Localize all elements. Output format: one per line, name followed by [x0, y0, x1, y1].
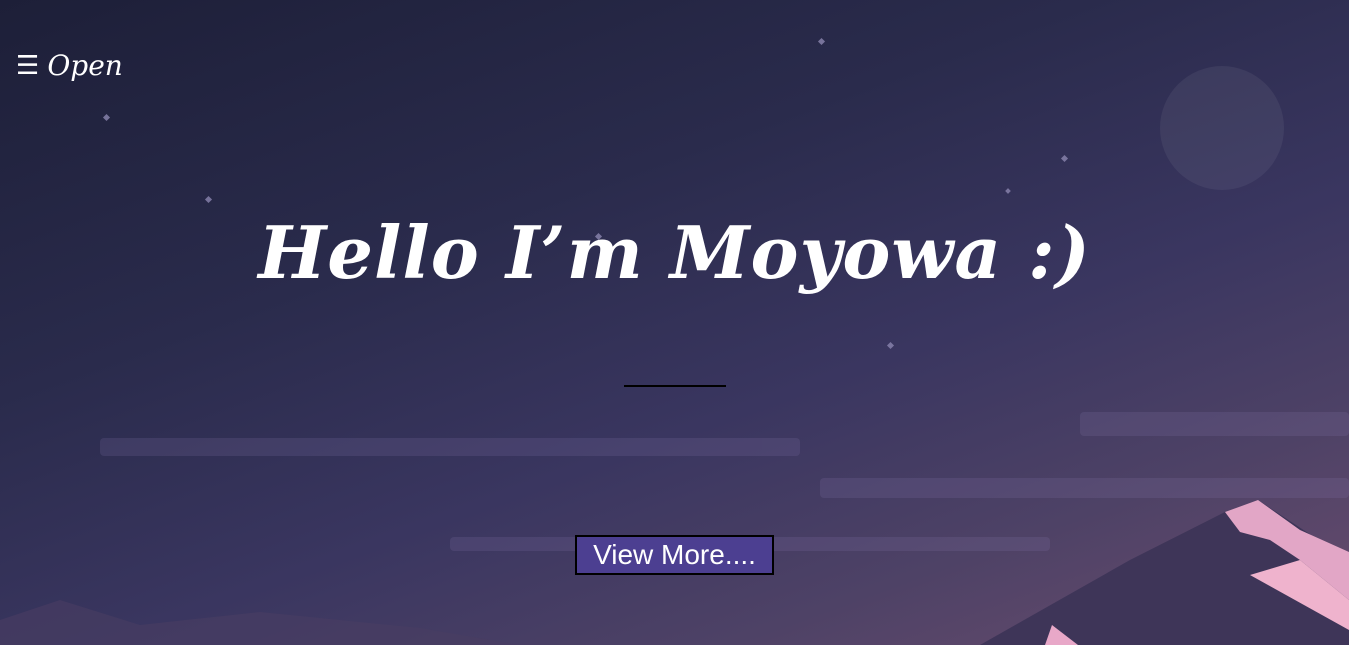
menu-open-label: Open: [47, 49, 123, 82]
hamburger-icon: ☰: [16, 51, 40, 81]
haze-band: [820, 478, 1349, 498]
moon-icon: [1160, 66, 1284, 190]
star: [817, 37, 826, 46]
menu-open-button[interactable]: ☰ Open: [16, 46, 123, 86]
hero-divider: [624, 385, 726, 387]
star: [886, 341, 895, 350]
star: [1005, 188, 1011, 194]
star: [1060, 154, 1069, 163]
haze-band: [100, 438, 800, 456]
view-more-button[interactable]: View More....: [575, 535, 774, 575]
haze-band: [1080, 412, 1349, 436]
hero-title: Hello I’m Moyowa :): [258, 210, 1091, 295]
star: [204, 195, 213, 204]
star: [102, 113, 111, 122]
